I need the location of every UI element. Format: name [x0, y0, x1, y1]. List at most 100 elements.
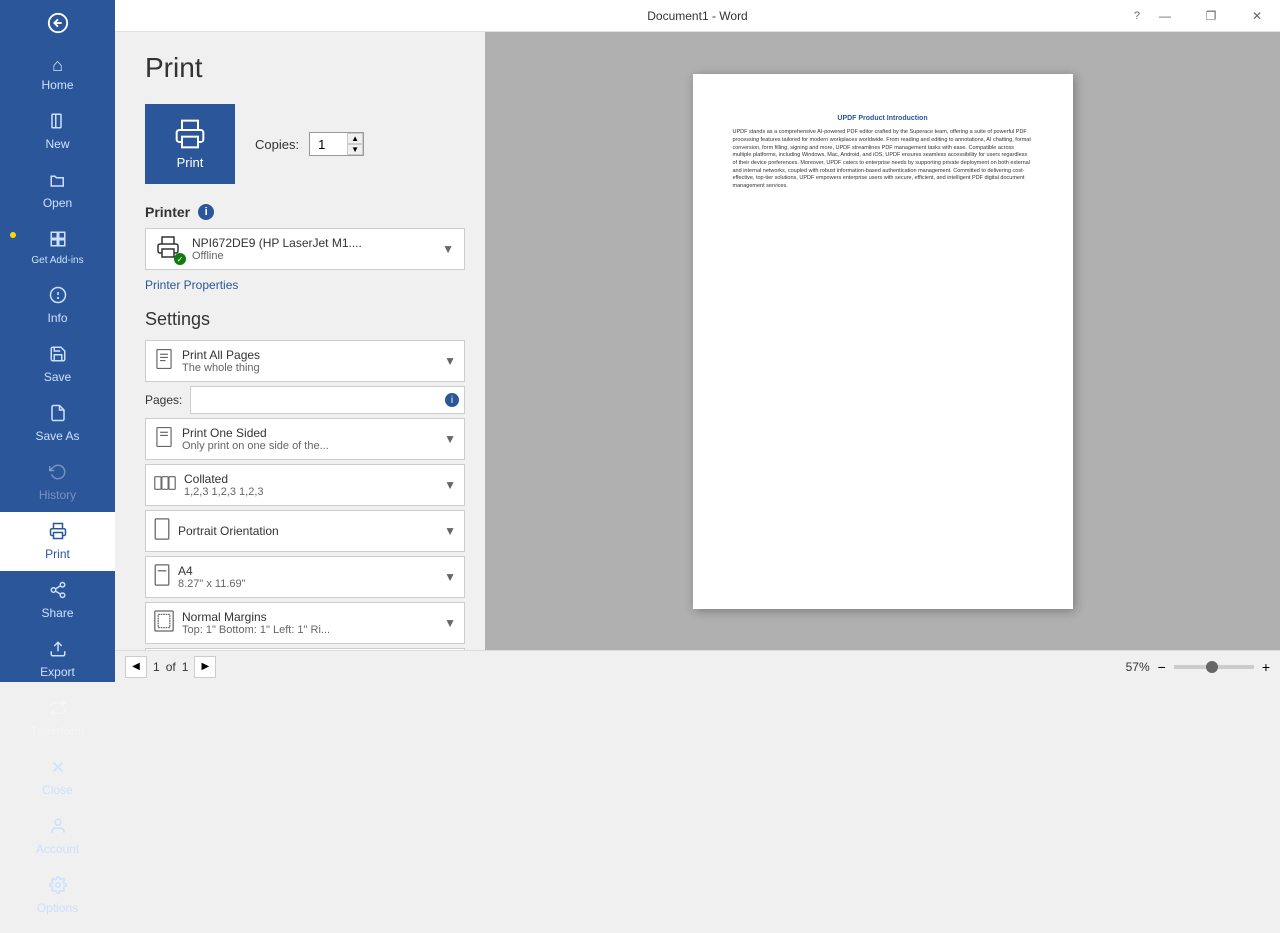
pages-input[interactable]	[190, 386, 465, 414]
setting-print-all-pages[interactable]: Print All Pages The whole thing ▼	[145, 340, 465, 382]
sidebar-bottom: Account Options	[0, 807, 115, 933]
sidebar-item-share[interactable]: Share	[0, 571, 115, 630]
setting-paper-size[interactable]: A4 8.27" x 11.69" ▼	[145, 556, 465, 598]
title-bar-controls: — ❐ ✕	[1142, 0, 1280, 32]
sidebar-item-options-label: Options	[37, 901, 78, 915]
options-icon	[49, 876, 67, 897]
zoom-slider[interactable]	[1174, 665, 1254, 669]
pages-info-icon[interactable]: i	[445, 393, 459, 407]
collated-text: Collated 1,2,3 1,2,3 1,2,3	[184, 472, 436, 498]
sidebar-item-home[interactable]: ⌂ Home	[0, 46, 115, 102]
paper-size-icon	[154, 564, 170, 591]
sidebar-item-transform-label: Transform	[30, 724, 84, 738]
sidebar-item-open-label: Open	[43, 196, 72, 210]
settings-section-title: Settings	[145, 309, 465, 330]
setting-margins[interactable]: Normal Margins Top: 1" Bottom: 1" Left: …	[145, 602, 465, 644]
save-as-icon	[49, 404, 67, 425]
zoom-minus-button[interactable]: −	[1158, 659, 1166, 675]
status-bar: ◀ 1 of 1 ▶ 57% − +	[115, 650, 1280, 682]
sidebar-item-account[interactable]: Account	[0, 807, 115, 866]
page-current: 1	[153, 660, 160, 674]
page-next-button[interactable]: ▶	[194, 656, 216, 678]
minimize-button[interactable]: —	[1142, 0, 1188, 32]
print-one-sided-sub: Only print on one side of the...	[182, 440, 436, 452]
open-icon	[49, 171, 67, 192]
collated-main: Collated	[184, 472, 436, 486]
printer-check-badge: ✓	[174, 253, 186, 265]
paper-size-text: A4 8.27" x 11.69"	[178, 564, 436, 590]
copies-down-button[interactable]: ▼	[347, 144, 363, 155]
sidebar-item-share-label: Share	[41, 606, 73, 620]
sidebar-item-print[interactable]: Print	[0, 512, 115, 571]
margins-text: Normal Margins Top: 1" Bottom: 1" Left: …	[182, 610, 436, 636]
sidebar: ⌂ Home New Open	[0, 0, 115, 682]
sidebar-item-save[interactable]: Save	[0, 335, 115, 394]
sidebar-item-close[interactable]: Close	[0, 748, 115, 807]
sidebar-item-close-label: Close	[42, 783, 73, 797]
paper-size-chevron: ▼	[444, 570, 456, 584]
zoom-thumb[interactable]	[1206, 661, 1218, 673]
printer-name: NPI672DE9 (HP LaserJet M1....	[192, 236, 434, 250]
printer-label: Printer	[145, 204, 190, 220]
zoom-percent: 57%	[1126, 660, 1150, 674]
sidebar-item-new[interactable]: New	[0, 102, 115, 161]
printer-properties-link[interactable]: Printer Properties	[145, 278, 238, 292]
print-one-sided-icon	[154, 426, 174, 453]
preview-area: UPDF Product Introduction UPDF stands as…	[485, 32, 1280, 650]
transform-icon	[49, 699, 67, 720]
page-total: 1	[182, 660, 189, 674]
sidebar-item-options[interactable]: Options	[0, 866, 115, 925]
info-icon	[49, 286, 67, 307]
zoom-plus-button[interactable]: +	[1262, 659, 1270, 675]
margins-icon	[154, 610, 174, 637]
copies-label: Copies:	[255, 137, 299, 152]
new-icon	[49, 112, 67, 133]
sidebar-item-add-ins-label: Get Add-ins	[31, 255, 83, 266]
margins-main: Normal Margins	[182, 610, 436, 624]
margins-sub: Top: 1" Bottom: 1" Left: 1" Ri...	[182, 624, 436, 636]
orientation-icon	[154, 518, 170, 545]
restore-button[interactable]: ❐	[1188, 0, 1234, 32]
sidebar-item-home-label: Home	[41, 78, 73, 92]
copies-input[interactable]	[314, 137, 350, 152]
pages-input-wrap: i	[190, 386, 465, 414]
print-panel: Print Print Copies: ▲	[115, 32, 1280, 650]
print-all-pages-chevron: ▼	[444, 354, 456, 368]
print-title: Print	[145, 52, 465, 84]
setting-collated[interactable]: Collated 1,2,3 1,2,3 1,2,3 ▼	[145, 464, 465, 506]
print-icon	[49, 522, 67, 543]
sidebar-item-export[interactable]: Export	[0, 630, 115, 689]
copies-up-button[interactable]: ▲	[347, 133, 363, 144]
page-prev-button[interactable]: ◀	[125, 656, 147, 678]
setting-orientation[interactable]: Portrait Orientation ▼	[145, 510, 465, 552]
pages-label: Pages:	[145, 393, 182, 407]
share-icon	[49, 581, 67, 602]
print-button[interactable]: Print	[145, 104, 235, 184]
sidebar-item-open[interactable]: Open	[0, 161, 115, 220]
pages-row: Pages: i	[145, 386, 465, 414]
sidebar-nav: ⌂ Home New Open	[0, 46, 115, 807]
close-window-button[interactable]: ✕	[1234, 0, 1280, 32]
preview-content: UPDF Product Introduction UPDF stands as…	[733, 114, 1033, 191]
preview-doc-title: UPDF Product Introduction	[733, 114, 1033, 124]
home-icon: ⌂	[52, 56, 63, 74]
print-one-sided-chevron: ▼	[444, 432, 456, 446]
sidebar-item-transform: Transform	[0, 689, 115, 748]
orientation-text: Portrait Orientation	[178, 524, 436, 538]
printer-info: NPI672DE9 (HP LaserJet M1.... Offline	[192, 236, 434, 262]
sidebar-item-info[interactable]: Info	[0, 276, 115, 335]
margins-chevron: ▼	[444, 616, 456, 630]
sidebar-item-save-as-label: Save As	[35, 429, 79, 443]
setting-print-one-sided[interactable]: Print One Sided Only print on one side o…	[145, 418, 465, 460]
sidebar-item-export-label: Export	[40, 665, 75, 679]
sidebar-item-save-as[interactable]: Save As	[0, 394, 115, 453]
help-icon[interactable]: ?	[1134, 10, 1140, 22]
status-right: 57% − +	[1126, 659, 1270, 675]
back-button[interactable]	[0, 0, 115, 46]
sidebar-item-get-add-ins[interactable]: Get Add-ins	[0, 220, 115, 276]
printer-info-icon[interactable]: i	[198, 204, 214, 220]
print-settings: Print Print Copies: ▲	[115, 32, 485, 650]
copies-spinner: ▲ ▼	[347, 133, 363, 155]
printer-selector[interactable]: ✓ NPI672DE9 (HP LaserJet M1.... Offline …	[145, 228, 465, 270]
preview-page: UPDF Product Introduction UPDF stands as…	[693, 74, 1073, 609]
